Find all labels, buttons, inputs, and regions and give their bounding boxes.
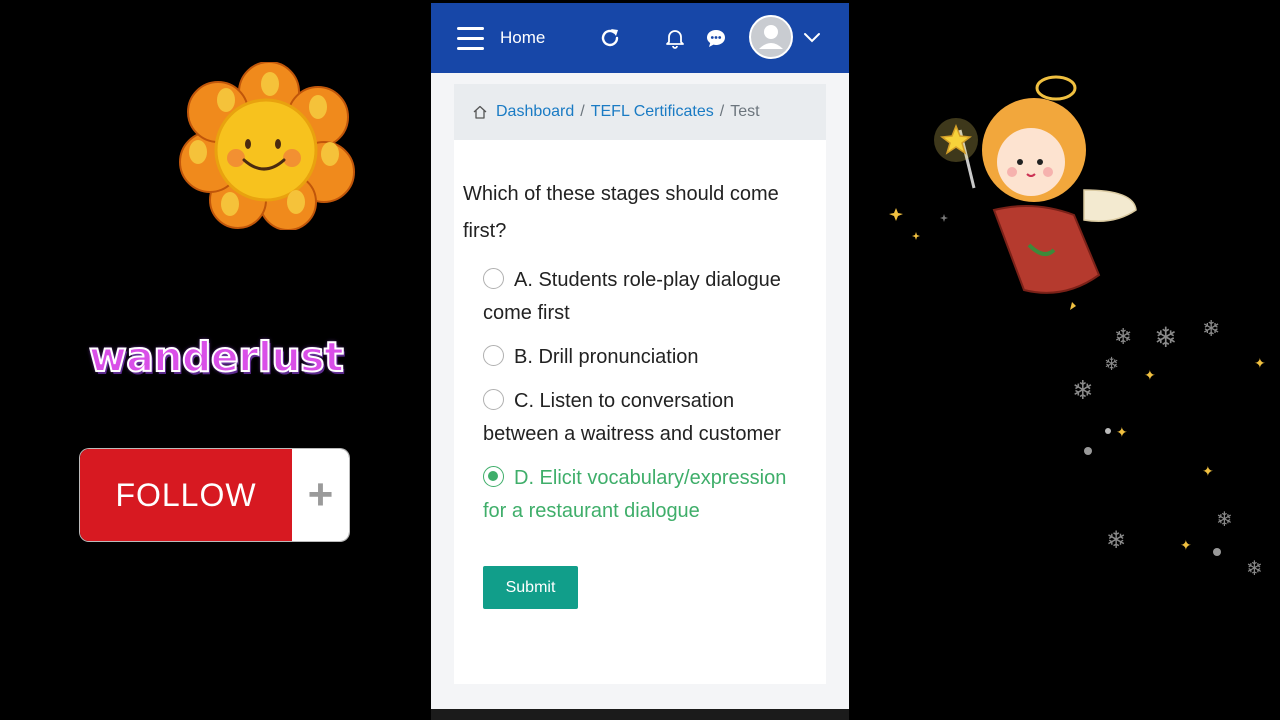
chat-icon[interactable]: [704, 26, 728, 50]
follow-label: FOLLOW: [80, 449, 292, 541]
breadcrumb-current: Test: [730, 103, 760, 120]
svg-text:✦: ✦: [1202, 464, 1214, 480]
chevron-down-icon[interactable]: [803, 30, 821, 44]
svg-text:❄: ❄: [1154, 321, 1177, 354]
phone-screen: Home Dashboard / TEFL Certificates / Tes…: [431, 3, 849, 720]
radio-button[interactable]: [483, 389, 504, 410]
svg-text:❄: ❄: [1246, 556, 1263, 580]
avatar[interactable]: [749, 15, 793, 59]
option-label: A. Students role-play dialogue come firs…: [483, 269, 781, 324]
breadcrumb-tefl-certificates[interactable]: TEFL Certificates: [591, 103, 714, 121]
radio-button[interactable]: [483, 268, 504, 289]
follow-button[interactable]: FOLLOW +: [80, 449, 349, 541]
svg-text:❄: ❄: [1216, 507, 1233, 531]
svg-text:❄: ❄: [1202, 317, 1220, 342]
snowflakes-decoration: ❄ ❄ ❄ ❄ ❄ ❄ ❄ ❄ ✦ ✦ ✦ ✦ ✦: [1072, 317, 1266, 580]
bell-icon[interactable]: [663, 26, 687, 50]
home-icon[interactable]: [472, 104, 488, 120]
svg-text:✦: ✦: [1180, 538, 1192, 554]
quiz-card: Dashboard / TEFL Certificates / Test Whi…: [454, 84, 826, 684]
option-b[interactable]: B. Drill pronunciation: [483, 341, 813, 374]
breadcrumb-separator: /: [719, 103, 725, 120]
breadcrumb-dashboard[interactable]: Dashboard: [496, 103, 574, 121]
svg-text:✦: ✦: [1254, 356, 1266, 372]
option-label: C. Listen to conversation between a wait…: [483, 390, 781, 445]
bottom-bar: [431, 709, 849, 720]
top-navbar: Home: [431, 3, 849, 73]
angel-sticker: [889, 75, 1137, 310]
user-icon: [759, 25, 783, 49]
refresh-icon[interactable]: [598, 26, 622, 50]
option-d[interactable]: D. Elicit vocabulary/expression for a re…: [483, 462, 813, 528]
svg-text:✦: ✦: [1144, 368, 1156, 384]
option-c[interactable]: C. Listen to conversation between a wait…: [483, 385, 813, 451]
svg-text:❄: ❄: [1072, 376, 1094, 406]
sun-sticker: [179, 62, 355, 230]
breadcrumb: Dashboard / TEFL Certificates / Test: [454, 84, 826, 140]
breadcrumb-separator: /: [580, 103, 585, 120]
radio-button[interactable]: [483, 345, 504, 366]
submit-button[interactable]: Submit: [483, 566, 578, 609]
svg-text:❄: ❄: [1106, 526, 1126, 554]
wanderlust-sticker: wanderlust: [88, 332, 345, 382]
menu-icon[interactable]: [457, 27, 484, 51]
svg-text:❄: ❄: [1114, 325, 1132, 350]
svg-text:✦: ✦: [1116, 425, 1128, 441]
option-label: D. Elicit vocabulary/expression for a re…: [483, 467, 787, 522]
option-a[interactable]: A. Students role-play dialogue come firs…: [483, 264, 813, 330]
option-label: B. Drill pronunciation: [514, 346, 699, 368]
home-link[interactable]: Home: [500, 28, 545, 48]
question-text: Which of these stages should come first?: [463, 183, 779, 242]
svg-text:❄: ❄: [1104, 354, 1119, 375]
plus-icon: +: [292, 449, 349, 541]
radio-button[interactable]: [483, 466, 504, 487]
